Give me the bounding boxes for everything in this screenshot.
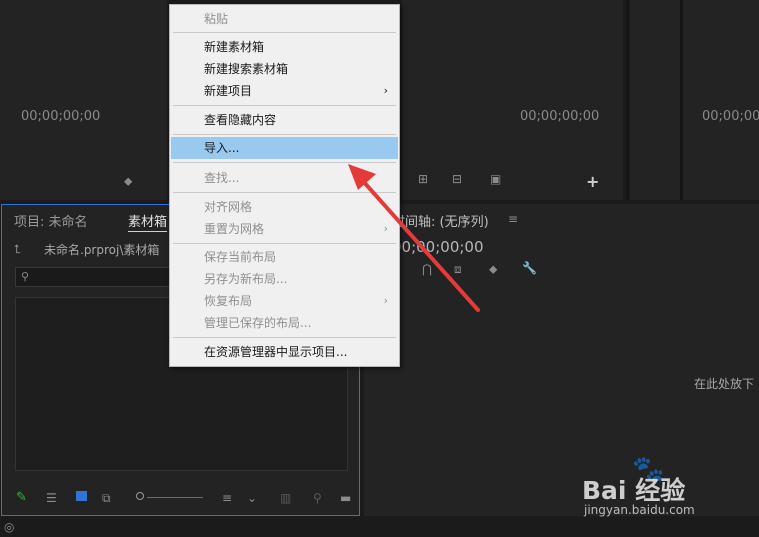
icon-view-icon[interactable] xyxy=(76,491,87,501)
zoom-slider[interactable] xyxy=(136,492,204,502)
add-button-icon[interactable]: + xyxy=(586,172,599,191)
freeform-view-icon[interactable]: ⧉ xyxy=(102,492,111,504)
menu-item-label: 恢复布局 xyxy=(204,294,253,308)
watermark-url: jingyan.baidu.com xyxy=(584,503,695,517)
menu-item-label: 新建项目 xyxy=(204,84,253,98)
find-icon[interactable]: ⚲ xyxy=(313,492,322,504)
list-view-icon[interactable]: ☰ xyxy=(46,492,57,504)
pencil-icon[interactable]: ✎ xyxy=(16,490,27,505)
far-right-timecode: 00;00;00;00 xyxy=(702,109,759,124)
tab-bin[interactable]: 素材箱 xyxy=(128,211,168,232)
bin-path: 未命名.prproj\素材箱 xyxy=(44,243,160,257)
chevron-right-icon: › xyxy=(383,84,388,97)
search-icon: ⚲ xyxy=(21,270,30,283)
sort-icon[interactable]: ≡ xyxy=(222,492,232,504)
chevron-down-icon[interactable]: ⌄ xyxy=(247,492,257,504)
menu-separator xyxy=(173,134,396,135)
bin-up-icon[interactable]: ⮤ xyxy=(14,243,21,255)
annotation-arrow xyxy=(348,164,480,312)
program-timecode: 00;00;00;00 xyxy=(520,109,600,124)
automate-sequence-icon[interactable]: ▥ xyxy=(280,492,291,504)
menu-item-new-item[interactable]: 新建项目 › xyxy=(171,80,398,102)
add-marker-icon[interactable]: ⬥ xyxy=(489,263,497,275)
menu-separator xyxy=(173,32,396,33)
right-monitor-panel xyxy=(630,0,680,200)
drop-hint: 在此处放下 xyxy=(694,377,755,391)
menu-item-import[interactable]: 导入... xyxy=(171,137,398,159)
panel-divider xyxy=(626,0,629,200)
marker-icon[interactable]: ⬥ xyxy=(124,175,132,187)
menu-item-show-hidden[interactable]: 查看隐藏内容 xyxy=(171,109,398,131)
new-bin-icon[interactable]: ▬ xyxy=(340,492,351,504)
menu-item-paste[interactable]: 粘贴 xyxy=(171,8,398,30)
source-timecode: 00;00;00;00 xyxy=(21,109,101,124)
menu-item-new-search-bin[interactable]: 新建搜索素材箱 xyxy=(171,58,398,80)
wrench-icon[interactable]: 🔧 xyxy=(522,262,537,274)
menu-item-label: 重置为网格 xyxy=(204,222,265,236)
panel-menu-icon[interactable]: ≡ xyxy=(508,213,518,225)
camera-icon[interactable]: ▣ xyxy=(490,173,501,185)
menu-separator xyxy=(173,337,396,338)
tab-project[interactable]: 项目: 未命名 xyxy=(14,211,88,230)
cloud-icon: ◎ xyxy=(4,520,15,534)
menu-item-reveal-explorer[interactable]: 在资源管理器中显示项目... xyxy=(171,341,398,363)
watermark-brand: Bai 经验 xyxy=(582,476,686,505)
menu-separator xyxy=(173,105,396,106)
source-monitor-panel: 00;00;00;00 ⬥ xyxy=(0,0,167,200)
watermark: 🐾 Bai 经验 jingyan.baidu.com xyxy=(580,455,730,525)
menu-item-new-bin[interactable]: 新建素材箱 xyxy=(171,36,398,58)
far-right-panel: 00;00;00;00 xyxy=(683,0,759,200)
